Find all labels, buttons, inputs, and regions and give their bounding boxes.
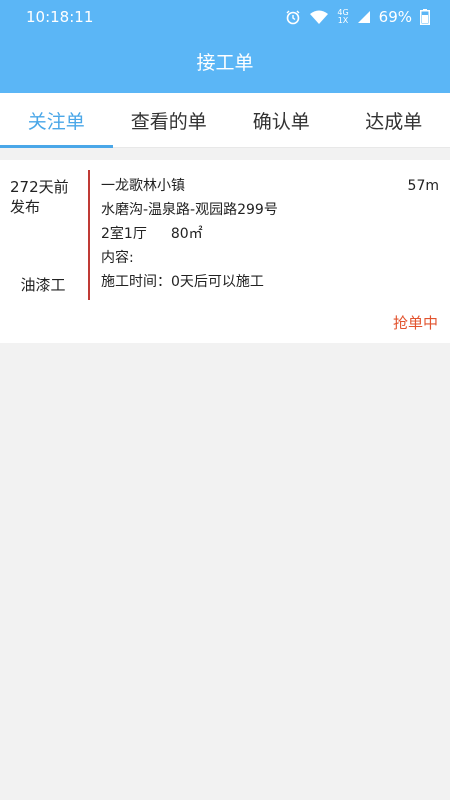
status-badge[interactable]: 抢单中: [393, 312, 438, 333]
room-layout: 2室1厅: [101, 226, 147, 242]
floor-area: 80㎡: [170, 226, 203, 242]
page-title: 接工单: [196, 52, 254, 74]
status-time: 10:18:11: [26, 8, 94, 26]
app-header: 10:18:11 4G 1X 69% 接工单: [0, 0, 450, 93]
status-icons: 4G 1X 69%: [285, 8, 430, 26]
alarm-icon: [286, 10, 300, 25]
order-tabs: 关注单 查看的单 确认单 达成单: [0, 93, 450, 148]
address: 水磨沟-温泉路-观园路299号: [101, 202, 278, 218]
wifi-icon: [310, 10, 329, 24]
distance: 57m: [407, 178, 439, 194]
community-name: 一龙歌林小镇: [101, 178, 185, 194]
network-bottom-label: 1X: [337, 16, 349, 25]
order-card[interactable]: 272天前发布 油漆工 一龙歌林小镇 57m 水磨沟-温泉路-观园路299号 2…: [0, 160, 450, 343]
card-divider: [88, 170, 90, 300]
trade-type: 油漆工: [20, 276, 66, 294]
battery-percent: 69%: [378, 8, 412, 26]
tab-confirmed[interactable]: 确认单: [225, 93, 338, 147]
content-label: 内容:: [101, 250, 134, 266]
tab-viewed[interactable]: 查看的单: [113, 93, 226, 147]
signal-icon: [357, 11, 370, 23]
posted-time: 272天前发布: [10, 178, 69, 216]
order-details: 一龙歌林小镇 57m 水磨沟-温泉路-观园路299号 2室1厅 80㎡ 内容: …: [101, 176, 439, 296]
battery-icon: [420, 9, 430, 25]
schedule: 施工时间：0天后可以施工: [101, 274, 264, 290]
status-bar: 10:18:11 4G 1X 69%: [0, 0, 450, 34]
tab-completed[interactable]: 达成单: [338, 93, 450, 147]
network-type: 4G 1X: [337, 9, 348, 25]
tab-followed[interactable]: 关注单: [0, 93, 113, 148]
order-meta: 272天前发布 油漆工: [0, 160, 86, 300]
